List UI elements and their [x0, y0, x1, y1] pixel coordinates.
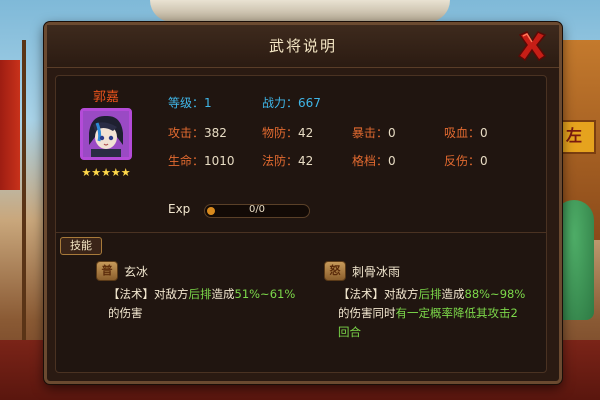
dialog-body: 郭嘉 ★★★★★ 等级：1 战力：667 攻击：382 物防：42 暴击：0 吸…	[55, 75, 547, 373]
stat-magic-defense: 法防：42	[262, 152, 313, 169]
close-button[interactable]	[515, 29, 549, 63]
level-value: 1	[204, 96, 212, 110]
stat-critical: 暴击：0	[352, 124, 396, 141]
stat-reflect: 反伤：0	[444, 152, 488, 169]
skill-desc-effect: 有一定概率降低其攻击2	[395, 306, 518, 320]
stat-hp: 生命：1010	[168, 152, 235, 169]
stat-value: 0	[388, 126, 396, 140]
skill-name: 刺骨冰雨	[352, 265, 401, 279]
exp-progress-text: 0/0	[248, 204, 266, 215]
exp-label: Exp	[168, 202, 191, 216]
skill-desc-text: 造成	[211, 287, 235, 301]
stat-label: 反伤：	[444, 154, 481, 168]
skill-description: 【法术】对敌方后排造成51%~61% 的伤害	[108, 285, 308, 323]
skill-desc-text: 【法术】对敌方	[108, 287, 189, 301]
stat-value: 42	[298, 154, 314, 168]
power-label: 战力：	[262, 96, 299, 110]
stat-value: 42	[298, 126, 314, 140]
exp-progress-bar: 0/0	[204, 204, 310, 218]
stat-label: 法防：	[262, 154, 299, 168]
stat-attack: 攻击：382	[168, 124, 227, 141]
level-label: 等级：	[168, 96, 205, 110]
skills-section: 技能 普 玄冰 【法术】对敌方后排造成51%~61% 的伤害 怒 刺骨冰雨 【法…	[56, 232, 546, 373]
skill-desc-target: 后排	[188, 287, 212, 301]
dialog-header: 武将说明	[47, 25, 559, 68]
stat-value: 382	[204, 126, 227, 140]
skill-desc-value: 88%~98%	[464, 287, 526, 301]
skill-desc-text: 【法术】对敌方	[338, 287, 419, 301]
stat-label: 物防：	[262, 126, 299, 140]
background-roof	[150, 0, 450, 22]
hero-name: 郭嘉	[92, 90, 119, 105]
hero-portrait[interactable]	[80, 108, 132, 160]
level-stat: 等级：1	[168, 94, 212, 111]
skill-badge-normal: 普	[96, 261, 118, 281]
hero-card: 郭嘉 ★★★★★	[72, 86, 140, 194]
skill-desc-text: 的伤害	[108, 306, 143, 320]
stat-label: 吸血：	[444, 126, 481, 140]
stat-value: 1010	[204, 154, 235, 168]
power-stat: 战力：667	[262, 94, 321, 111]
skill-name: 玄冰	[124, 265, 149, 279]
hero-portrait-icon	[83, 111, 129, 157]
stat-label: 暴击：	[352, 126, 389, 140]
stat-value: 0	[388, 154, 396, 168]
background-pole	[22, 40, 26, 340]
star-rating: ★★★★★	[81, 166, 131, 179]
stat-physical-defense: 物防：42	[262, 124, 313, 141]
tab-skills[interactable]: 技能	[60, 237, 102, 255]
background-banner	[0, 60, 20, 190]
skill-desc-text: 的伤害同时	[338, 306, 396, 320]
power-value: 667	[298, 96, 321, 110]
stat-label: 格档：	[352, 154, 389, 168]
stat-block: 格档：0	[352, 152, 396, 169]
stat-label: 生命：	[168, 154, 205, 168]
skill-desc-effect: 回合	[338, 325, 361, 339]
dialog-title: 武将说明	[268, 37, 337, 55]
skill-desc-value: 51%~61%	[234, 287, 296, 301]
skill-desc-text: 造成	[441, 287, 465, 301]
hero-info-dialog: 武将说明 郭嘉 ★★★★★ 等级：1 战力：667 攻击：382 物防：42 暴…	[44, 22, 562, 384]
skill-description: 【法术】对敌方后排造成88%~98% 的伤害同时有一定概率降低其攻击2 回合	[338, 285, 544, 342]
stat-label: 攻击：	[168, 126, 205, 140]
stat-lifesteal: 吸血：0	[444, 124, 488, 141]
stat-value: 0	[480, 154, 488, 168]
skill-badge-rage: 怒	[324, 261, 346, 281]
skill-desc-target: 后排	[418, 287, 442, 301]
close-x-icon	[517, 31, 547, 62]
stat-value: 0	[480, 126, 488, 140]
